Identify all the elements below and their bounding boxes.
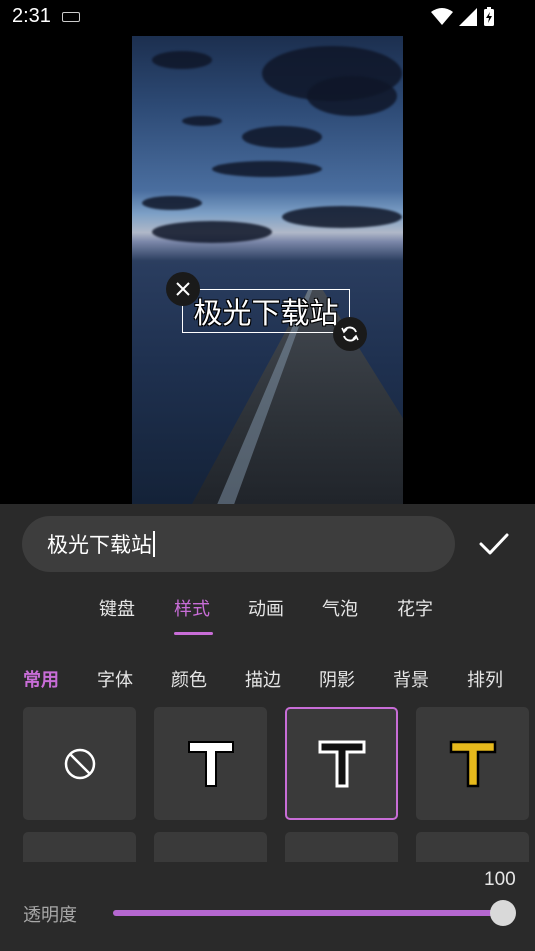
style-preset-row2-2[interactable] xyxy=(154,832,267,862)
keyboard-icon xyxy=(62,12,80,22)
style-preset-outline-selected[interactable] xyxy=(285,707,398,820)
confirm-check-icon[interactable] xyxy=(476,528,512,560)
status-icons xyxy=(431,7,495,27)
t-style-icon xyxy=(449,740,496,787)
style-preset-none[interactable] xyxy=(23,707,136,820)
signal-icon xyxy=(459,8,477,26)
close-icon xyxy=(176,282,190,296)
overlay-text: 极光下载站 xyxy=(193,296,339,330)
subtab-font[interactable]: 字体 xyxy=(97,666,133,692)
opacity-slider-fill xyxy=(113,910,503,916)
t-style-icon xyxy=(318,740,365,787)
status-bar: 2:31 xyxy=(0,0,535,36)
overlay-text-box[interactable]: 极光下载站 xyxy=(182,289,350,333)
style-preset-row2-1[interactable] xyxy=(23,832,136,862)
tab-bubble[interactable]: 气泡 xyxy=(322,595,358,621)
text-edit-panel: 极光下载站 键盘 样式 动画 气泡 花字 常用 字体 颜色 描边 阴影 背景 排… xyxy=(0,504,535,951)
subtab-stroke[interactable]: 描边 xyxy=(245,666,281,692)
subtab-common[interactable]: 常用 xyxy=(23,666,59,692)
rotate-scale-handle[interactable] xyxy=(333,317,367,351)
text-input[interactable]: 极光下载站 xyxy=(22,516,455,572)
style-preset-row2-4[interactable] xyxy=(416,832,529,862)
style-subtabs: 常用 字体 颜色 描边 阴影 背景 排列 xyxy=(0,664,535,694)
rotate-icon xyxy=(341,326,359,342)
style-preset-white-outline[interactable] xyxy=(154,707,267,820)
subtab-arrange[interactable]: 排列 xyxy=(467,666,503,692)
style-preset-row2-3[interactable] xyxy=(285,832,398,862)
subtab-shadow[interactable]: 阴影 xyxy=(319,666,355,692)
opacity-slider[interactable] xyxy=(113,900,516,926)
t-style-icon xyxy=(187,740,234,787)
opacity-label: 透明度 xyxy=(23,905,77,926)
status-time: 2:31 xyxy=(12,5,51,27)
wifi-icon xyxy=(431,8,453,25)
opacity-value: 100 xyxy=(484,869,516,890)
tab-animation[interactable]: 动画 xyxy=(248,595,284,621)
no-style-icon xyxy=(64,748,95,779)
video-preview-area: 极光下载站 xyxy=(0,36,535,504)
delete-text-button[interactable] xyxy=(166,272,200,306)
subtab-background[interactable]: 背景 xyxy=(393,666,429,692)
main-tabs: 键盘 样式 动画 气泡 花字 xyxy=(0,592,535,636)
subtab-color[interactable]: 颜色 xyxy=(171,666,207,692)
text-caret xyxy=(153,531,155,557)
text-input-value: 极光下载站 xyxy=(47,533,152,557)
opacity-slider-thumb[interactable] xyxy=(490,900,516,926)
video-frame[interactable] xyxy=(132,36,403,504)
tab-fancy-text[interactable]: 花字 xyxy=(397,595,433,621)
tab-keyboard[interactable]: 键盘 xyxy=(99,595,135,621)
style-preset-yellow[interactable] xyxy=(416,707,529,820)
battery-charging-icon xyxy=(484,7,494,26)
tab-style[interactable]: 样式 xyxy=(174,595,210,621)
active-tab-indicator xyxy=(174,632,213,635)
